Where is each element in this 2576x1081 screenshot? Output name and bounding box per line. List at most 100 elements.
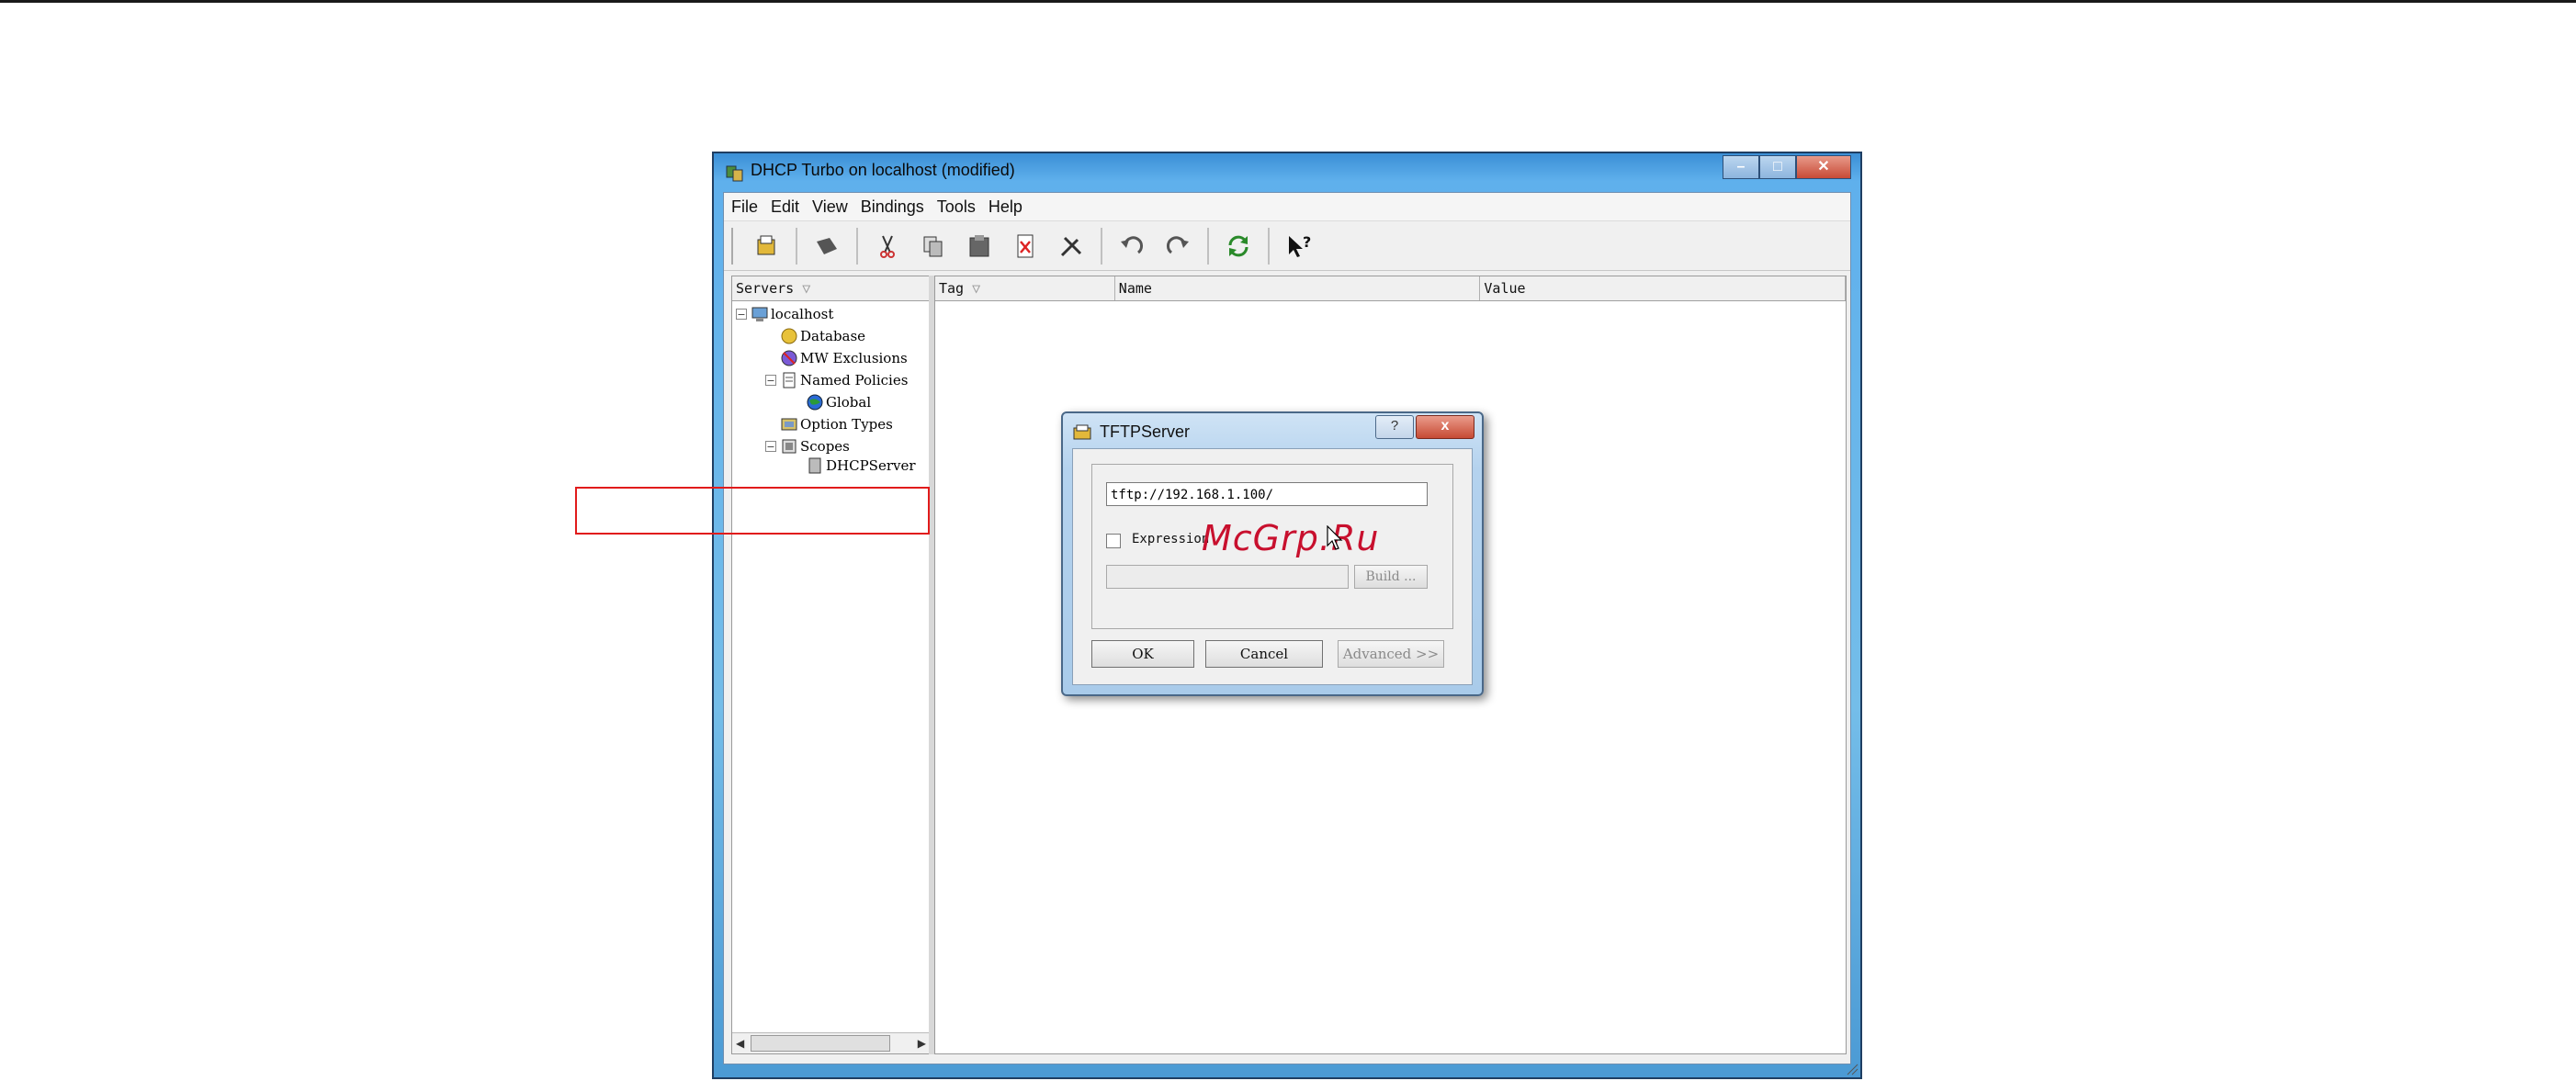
minimize-button[interactable]: – <box>1723 155 1759 179</box>
menu-help[interactable]: Help <box>989 197 1022 217</box>
toolbar-separator <box>796 228 797 265</box>
menu-file[interactable]: File <box>731 197 758 217</box>
exclusions-icon <box>781 350 797 366</box>
scroll-right-icon[interactable]: ▶ <box>918 1037 926 1050</box>
redo-button[interactable] <box>1158 226 1198 266</box>
close-button[interactable]: ✕ <box>1796 155 1851 179</box>
toolbar-separator <box>1268 228 1270 265</box>
tools-icon <box>1060 236 1082 257</box>
menu-bindings[interactable]: Bindings <box>861 197 924 217</box>
remove-icon <box>1017 234 1034 258</box>
tree-label: localhost <box>771 306 834 322</box>
top-border-line <box>0 0 2576 3</box>
toolbar-separator <box>856 228 858 265</box>
delete-button[interactable] <box>807 226 847 266</box>
title-bar[interactable]: DHCP Turbo on localhost (modified) – □ ✕ <box>714 153 1860 192</box>
server-icon <box>808 457 821 474</box>
expression-input[interactable] <box>1106 565 1349 589</box>
tree-node-dhcpserver[interactable]: DHCPServer <box>806 457 916 474</box>
menu-view[interactable]: View <box>812 197 848 217</box>
globe-icon <box>807 394 823 411</box>
mouse-cursor-icon <box>1327 525 1343 550</box>
window-controls: – □ ✕ <box>1723 155 1851 179</box>
menu-tools[interactable]: Tools <box>937 197 976 217</box>
help-pointer-icon: ? <box>1289 233 1311 257</box>
tree-node-option-types[interactable]: Option Types <box>780 413 893 435</box>
collapse-icon[interactable]: − <box>765 375 776 386</box>
servers-tree-pane: Servers ▽ − localhost Database MW Exclus… <box>731 276 931 1054</box>
tree-label: DHCPServer <box>826 457 916 474</box>
copy-button[interactable] <box>913 226 954 266</box>
database-icon <box>781 328 797 344</box>
expression-label: Expression <box>1132 532 1210 546</box>
tree-label: Scopes <box>800 438 850 455</box>
column-tag[interactable]: Tag ▽ <box>935 276 1115 300</box>
help-pointer-button[interactable]: ? <box>1279 226 1319 266</box>
paste-button[interactable] <box>959 226 1000 266</box>
tree-label: MW Exclusions <box>800 350 908 366</box>
copy-icon <box>923 236 943 257</box>
tree-node-database[interactable]: Database <box>780 325 865 347</box>
cut-icon <box>880 235 895 258</box>
dialog-body: tftp://192.168.1.100/ Expression Build .… <box>1072 448 1473 685</box>
ok-button[interactable]: OK <box>1091 640 1194 668</box>
policy-document-icon <box>783 372 796 388</box>
scroll-left-icon[interactable]: ◀ <box>736 1037 744 1050</box>
resize-grip-icon[interactable] <box>1846 1063 1859 1075</box>
tree-label: Database <box>800 328 866 344</box>
advanced-button[interactable]: Advanced >> <box>1338 640 1444 668</box>
cancel-button[interactable]: Cancel <box>1205 640 1323 668</box>
delete-icon <box>817 238 837 254</box>
paste-icon <box>969 235 989 257</box>
option-types-icon <box>781 418 797 431</box>
column-name[interactable]: Name <box>1115 276 1481 300</box>
build-button[interactable]: Build ... <box>1354 565 1428 589</box>
refresh-button[interactable] <box>1218 226 1259 266</box>
column-value[interactable]: Value <box>1480 276 1846 300</box>
refresh-icon <box>1228 235 1248 257</box>
expression-checkbox[interactable] <box>1106 534 1121 548</box>
undo-button[interactable] <box>1112 226 1152 266</box>
tree-node-localhost[interactable]: − localhost <box>736 303 833 325</box>
maximize-button[interactable]: □ <box>1759 155 1796 179</box>
new-button[interactable] <box>746 226 786 266</box>
redo-icon <box>1167 236 1189 254</box>
tree-node-scopes[interactable]: − Scopes <box>765 435 850 457</box>
tree-node-global[interactable]: Global <box>806 391 871 413</box>
tree-node-mw-exclusions[interactable]: MW Exclusions <box>780 347 908 369</box>
menu-bar: File Edit View Bindings Tools Help <box>724 193 1850 221</box>
toolbar-separator <box>1207 228 1209 265</box>
new-icon <box>757 235 775 255</box>
column-tag-label: Tag <box>939 280 965 297</box>
watermark-text: McGrp.Ru <box>1202 518 1380 558</box>
menu-edit[interactable]: Edit <box>771 197 799 217</box>
svg-text:?: ? <box>1303 233 1311 251</box>
tools-button[interactable] <box>1051 226 1091 266</box>
tree-horizontal-scrollbar[interactable]: ◀ ▶ <box>732 1032 930 1053</box>
grid-header: Tag ▽ Name Value <box>935 276 1846 301</box>
dialog-close-button[interactable]: x <box>1416 415 1474 439</box>
scopes-icon <box>782 439 797 454</box>
undo-icon <box>1121 236 1143 254</box>
scroll-thumb[interactable] <box>751 1035 890 1052</box>
cut-button[interactable] <box>867 226 908 266</box>
toolbar: ? <box>724 222 1850 271</box>
computer-icon <box>751 307 768 321</box>
option-value-input[interactable]: tftp://192.168.1.100/ <box>1106 482 1428 506</box>
servers-header[interactable]: Servers ▽ <box>732 276 930 301</box>
collapse-icon[interactable]: − <box>765 441 776 452</box>
dialog-help-button[interactable]: ? <box>1375 415 1414 439</box>
tree-node-named-policies[interactable]: − Named Policies <box>765 369 908 391</box>
dialog-title: TFTPServer <box>1100 422 1191 441</box>
window-title: DHCP Turbo on localhost (modified) <box>751 161 1015 179</box>
app-icon <box>726 165 743 182</box>
toolbar-grip <box>731 228 737 265</box>
tree-label: Named Policies <box>800 372 909 388</box>
toolbar-separator <box>1101 228 1102 265</box>
collapse-icon[interactable]: − <box>736 309 747 320</box>
tree-label: Option Types <box>800 416 893 433</box>
highlight-box <box>575 487 930 535</box>
servers-header-label: Servers <box>736 280 795 297</box>
remove-button[interactable] <box>1005 226 1045 266</box>
dialog-icon <box>1073 424 1091 440</box>
